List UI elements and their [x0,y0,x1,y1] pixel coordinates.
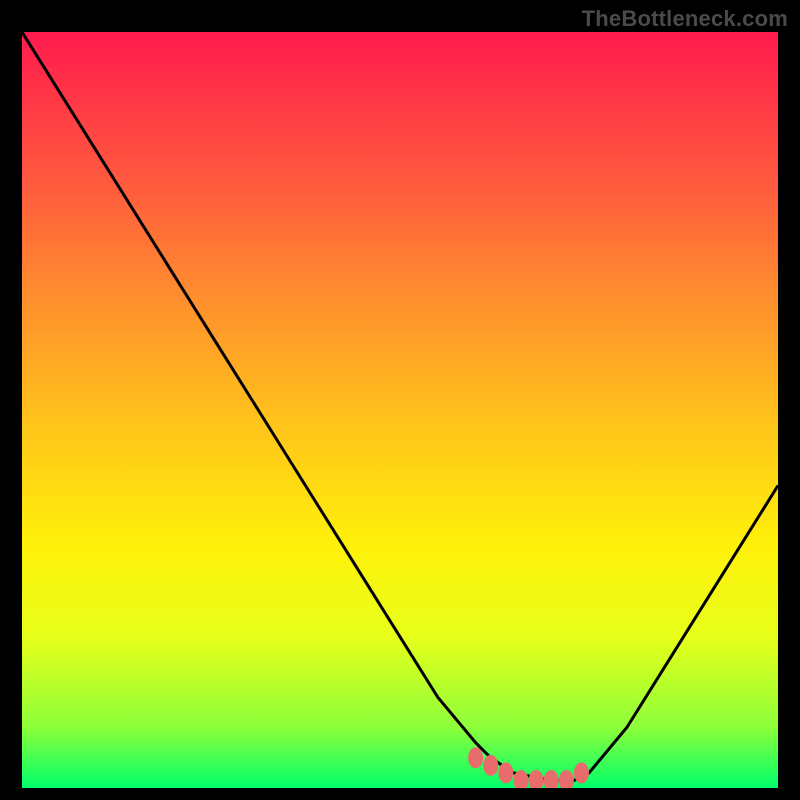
marker-dot [499,763,513,783]
marker-dot [574,763,588,783]
curve-overlay [22,32,778,788]
marker-dot [544,770,558,788]
marker-dot [559,770,573,788]
chart-container: TheBottleneck.com [0,0,800,800]
attribution-label: TheBottleneck.com [582,6,788,32]
marker-dot [514,770,528,788]
marker-dot [484,755,498,775]
bottleneck-curve [22,32,778,780]
marker-dot [469,748,483,768]
plot-area [22,32,778,788]
marker-dot [529,770,543,788]
